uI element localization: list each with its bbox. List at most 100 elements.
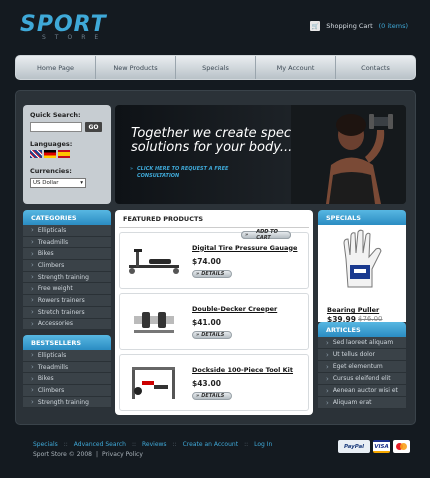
spain-flag-icon[interactable] [58,150,70,158]
copyright-text: Sport Store © 2008 [33,451,92,458]
nav-contacts[interactable]: Contacts [336,56,415,79]
article-item[interactable]: Aenean auctor wisi et [318,385,406,397]
featured-title: FEATURED PRODUCTS [119,213,309,228]
bestseller-item[interactable]: Climbers [23,385,111,397]
uk-flag-icon[interactable] [30,150,42,158]
articles-panel: ARTICLES Sed laoreet aliquam Ut tellus d… [318,322,406,409]
nav-new-products[interactable]: New Products [96,56,176,79]
currencies-label: Currencies: [30,167,72,175]
footer-link-advanced-search[interactable]: Advanced Search [74,441,126,448]
bestsellers-title: BESTSELLERS [23,335,111,350]
category-item[interactable]: Climbers [23,260,111,272]
add-to-cart-button[interactable]: » ADD TO CART [241,229,291,241]
arrow-icon: » [130,166,134,172]
footer-links: Specials :: Advanced Search :: Reviews :… [33,441,272,448]
product-image[interactable] [124,363,184,403]
bestseller-item[interactable]: Strength training [23,397,111,409]
germany-flag-icon[interactable] [44,150,56,158]
arrow-icon: » [245,232,249,238]
details-label: DETAILS [201,331,225,338]
category-item[interactable]: Bikes [23,248,111,261]
privacy-policy-link[interactable]: Privacy Policy [102,451,143,458]
cart-count[interactable]: (0 items) [379,22,408,30]
details-label: DETAILS [201,392,225,399]
details-button[interactable]: » DETAILS [192,391,232,400]
special-product-name[interactable]: Bearing Puller [327,306,379,314]
product-name[interactable]: Double-Decker Creeper [192,305,277,313]
details-button[interactable]: » DETAILS [192,330,232,339]
product-price: $43.00 [192,378,221,388]
footer-link-specials[interactable]: Specials [33,441,58,448]
details-button[interactable]: » DETAILS [192,269,232,278]
categories-panel: CATEGORIES Ellipticals Treadmills Bikes … [23,210,111,331]
banner-title: Together we create special solutions for… [131,127,306,155]
bestseller-item[interactable]: Bikes [23,373,111,386]
search-label: Quick Search: [30,111,81,119]
separator: | [95,451,98,458]
product-card: Dockside 100-Piece Tool Kit $43.00 » DETA… [119,229,309,411]
details-label: DETAILS [201,270,225,277]
banner-title-line1: Together we create special [131,126,307,141]
chevron-down-icon: ▾ [80,180,83,186]
currency-select[interactable]: US Dollar ▾ [30,178,86,188]
search-go-button[interactable]: GO [85,122,102,132]
shopping-cart[interactable]: 🛒 Shopping Cart (0 items) [310,21,408,31]
separator: :: [63,441,68,448]
banner-title-line2: solutions for your body... [131,140,293,155]
product-image[interactable] [124,241,184,281]
cart-label: Shopping Cart [326,22,373,30]
nav-specials[interactable]: Specials [176,56,256,79]
article-item[interactable]: Cursus eleifend elit [318,373,406,385]
category-item[interactable]: Treadmills [23,237,111,249]
mastercard-icon [393,440,410,453]
bestseller-item[interactable]: Ellipticals [23,350,111,362]
featured-products: FEATURED PRODUCTS Digital Tire Pressure … [115,210,313,415]
bestseller-item[interactable]: Treadmills [23,362,111,374]
nav-my-account[interactable]: My Account [256,56,336,79]
add-to-cart-label: ADD TO CART [256,229,278,241]
footer-link-reviews[interactable]: Reviews [142,441,167,448]
footer-link-login[interactable]: Log In [254,441,272,448]
currency-value: US Dollar [33,180,59,186]
product-price: $41.00 [192,317,221,327]
hero-banner: Together we create special solutions for… [115,105,406,204]
logo-title: SPORT [20,12,107,37]
product-card: Double-Decker Creeper $41.00 »DETAILS »A… [119,229,309,350]
product-price: $74.00 [192,256,221,266]
consultation-link[interactable]: CLICK HERE TO REQUEST A FREE CONSULTATIO… [137,166,228,179]
separator: :: [131,441,137,448]
glove-image[interactable] [332,229,392,289]
article-item[interactable]: Aliquam erat [318,397,406,409]
search-panel: Quick Search: GO Languages: Currencies: … [23,105,111,204]
product-image[interactable] [124,302,184,342]
nav-home[interactable]: Home Page [16,56,96,79]
article-item[interactable]: Ut tellus dolor [318,349,406,361]
banner-link-line2: CONSULTATION [137,172,180,179]
product-name[interactable]: Digital Tire Pressure Gauage [192,244,297,252]
bestsellers-panel: BESTSELLERS Ellipticals Treadmills Bikes… [23,335,111,409]
arrow-icon: » [196,392,200,399]
categories-title: CATEGORIES [23,210,111,225]
logo-tagline: STORE [42,34,108,41]
category-item[interactable]: Free weight [23,283,111,296]
footer-link-create-account[interactable]: Create an Account [183,441,238,448]
main-nav: Home Page New Products Specials My Accou… [15,55,416,80]
paypal-logo: PayPal [338,440,370,453]
arrow-icon: » [196,270,200,277]
category-item[interactable]: Stretch trainers [23,307,111,319]
arrow-icon: » [196,331,200,338]
store-logo[interactable]: SPORT STORE [20,12,108,42]
category-item[interactable]: Ellipticals [23,225,111,237]
product-name[interactable]: Dockside 100-Piece Tool Kit [192,366,293,374]
cart-icon: 🛒 [310,21,321,31]
search-input[interactable] [30,122,82,132]
separator: :: [172,441,177,448]
languages-label: Languages: [30,140,73,148]
category-item[interactable]: Strength training [23,272,111,284]
article-item[interactable]: Sed laoreet aliquam [318,337,406,349]
category-item[interactable]: Rowers trainers [23,295,111,307]
visa-logo: VISA [373,440,390,453]
article-item[interactable]: Eget elementum [318,361,406,373]
category-item[interactable]: Accessories [23,319,111,331]
separator: :: [244,441,249,448]
